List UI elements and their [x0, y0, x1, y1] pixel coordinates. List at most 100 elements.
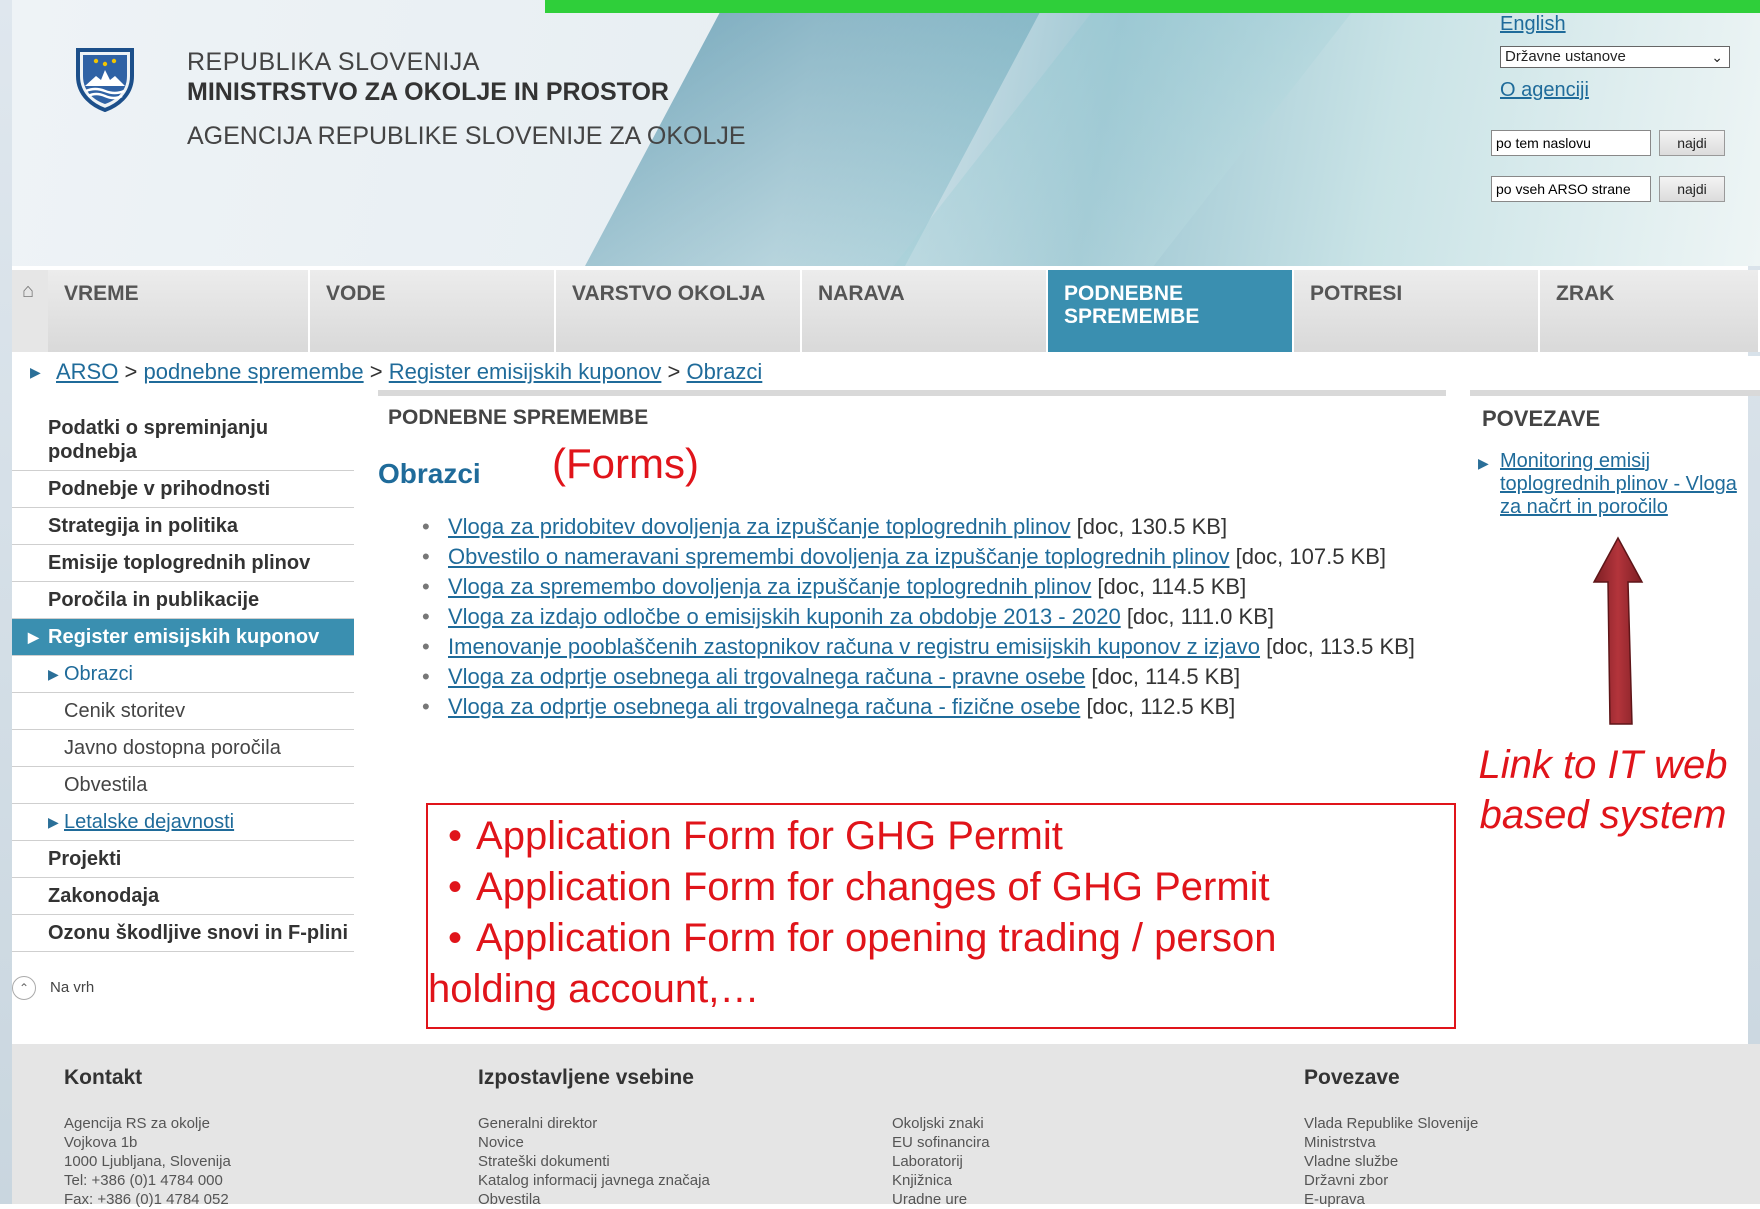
footer-heading: Povezave: [1304, 1066, 1400, 1089]
links-heading: POVEZAVE: [1482, 406, 1601, 431]
footer-link[interactable]: Obvestila: [478, 1190, 710, 1209]
footer-link[interactable]: Laboratorij: [892, 1152, 990, 1171]
sidebar-item-podnebje-v-prihodnosti[interactable]: Podnebje v prihodnosti: [12, 471, 354, 508]
tab-zrak[interactable]: ZRAK: [1540, 270, 1760, 352]
coat-of-arms-icon[interactable]: [74, 46, 136, 112]
header-republic-title: REPUBLIKA SLOVENIJA: [187, 48, 480, 76]
institutions-select[interactable]: Državne ustanove ⌄: [1500, 46, 1730, 68]
page-title: Obrazci: [378, 458, 481, 489]
footer-link[interactable]: Vladne službe: [1304, 1152, 1478, 1171]
main-nav: ⌂ VREME VODE VARSTVO OKOLJA NARAVA PODNE…: [12, 270, 1760, 352]
footer-line: 1000 Ljubljana, Slovenija: [64, 1153, 231, 1170]
document-link[interactable]: Vloga za pridobitev dovoljenja za izpušč…: [448, 514, 1071, 539]
footer-link[interactable]: Knjižnica: [892, 1171, 990, 1190]
list-item: • Obvestilo o nameravani spremembi dovolj…: [422, 544, 1387, 569]
document-meta: [doc, 112.5 KB]: [1086, 694, 1236, 719]
sidebar-item-ozonu[interactable]: Ozonu škodljive snovi in F-plini: [12, 915, 354, 952]
tab-vode[interactable]: VODE: [310, 270, 556, 352]
callout-line: • Application Form for opening trading / …: [448, 916, 1277, 960]
content-divider: [378, 390, 1446, 396]
sidebar-item-porocila[interactable]: Poročila in publikacije: [12, 582, 354, 619]
footer-link[interactable]: Uradne ure: [892, 1190, 990, 1209]
sidebar-item-obrazci[interactable]: ▶ Obrazci: [12, 656, 354, 693]
about-agency-link[interactable]: O agenciji: [1500, 79, 1589, 102]
tab-vreme[interactable]: VREME: [48, 270, 310, 352]
document-link[interactable]: Obvestilo o nameravani spremembi dovolje…: [448, 544, 1229, 569]
monitoring-emissions-link[interactable]: Monitoring emisij toplogrednih plinov - …: [1500, 450, 1737, 518]
footer-link[interactable]: Okoljski znaki: [892, 1114, 990, 1133]
document-link[interactable]: Vloga za spremembo dovoljenja za izpušča…: [448, 574, 1091, 599]
footer-link[interactable]: Generalni direktor: [478, 1114, 710, 1133]
slide-frame-left: [0, 0, 12, 1204]
callout-line: • Application Form for changes of GHG Per…: [448, 865, 1270, 909]
sidebar-item-cenik[interactable]: Cenik storitev: [12, 693, 354, 730]
callout-text: Application Form for opening trading / p…: [476, 916, 1277, 960]
triangle-right-icon: ▶: [1478, 455, 1489, 471]
footer-line: Vojkova 1b: [64, 1134, 138, 1151]
triangle-right-icon: ▶: [48, 666, 59, 682]
footer-line: Tel: +386 (0)1 4784 000: [64, 1172, 223, 1189]
forms-annotation: (Forms): [552, 440, 699, 487]
footer-link[interactable]: Novice: [478, 1133, 710, 1152]
triangle-right-icon: ▶: [28, 629, 39, 645]
left-sidebar: Podatki o spreminjanju podnebja Podnebje…: [12, 410, 354, 952]
footer-link[interactable]: Katalog informacij javnega značaja: [478, 1171, 710, 1190]
footer-link[interactable]: E-uprava: [1304, 1190, 1478, 1209]
links-item: ▶ Monitoring emisij toplogrednih plinov …: [1478, 450, 1760, 519]
document-link[interactable]: Vloga za odprtje osebnega ali trgovalneg…: [448, 664, 1085, 689]
breadcrumb-arso[interactable]: ARSO: [56, 359, 118, 384]
back-to-top-label: Na vrh: [50, 978, 95, 996]
tab-narava[interactable]: NARAVA: [802, 270, 1048, 352]
footer-link[interactable]: Ministrstva: [1304, 1133, 1478, 1152]
sidebar-item-strategija[interactable]: Strategija in politika: [12, 508, 354, 545]
breadcrumb-arrow-icon: ▶: [30, 364, 41, 380]
arrow-up-annotation-icon: [1592, 536, 1644, 725]
sidebar-item-zakonodaja[interactable]: Zakonodaja: [12, 878, 354, 915]
sidebar-item-projekti[interactable]: Projekti: [12, 841, 354, 878]
footer-heading: Izpostavljene vsebine: [478, 1066, 694, 1089]
list-item: • Vloga za izdajo odločbe o emisijskih ku…: [422, 604, 1274, 629]
search-section-input[interactable]: [1491, 130, 1651, 156]
footer-featured: Izpostavljene vsebine Generalni direktor…: [478, 1066, 710, 1209]
header-ministry-title: MINISTRSTVO ZA OKOLJE IN PROSTOR: [187, 78, 669, 106]
document-link[interactable]: Vloga za odprtje osebnega ali trgovalneg…: [448, 694, 1080, 719]
list-item: • Vloga za spremembo dovoljenja za izpušč…: [422, 574, 1247, 599]
breadcrumb: ▶ ARSO > podnebne spremembe > Register e…: [12, 356, 1760, 392]
tab-podnebne-spremembe[interactable]: PODNEBNE SPREMEMBE: [1048, 270, 1294, 352]
sidebar-item-register[interactable]: ▶ Register emisijskih kuponov: [12, 619, 354, 656]
footer-link[interactable]: Vlada Republike Slovenije: [1304, 1114, 1478, 1133]
document-meta: [doc, 114.5 KB]: [1091, 664, 1241, 689]
sidebar-item-javno-dostopna[interactable]: Javno dostopna poročila: [12, 730, 354, 767]
document-link[interactable]: Imenovanje pooblaščenih zastopnikov raču…: [448, 634, 1260, 659]
site-header: REPUBLIKA SLOVENIJA MINISTRSTVO ZA OKOLJ…: [12, 0, 1760, 266]
sidebar-item-emisije[interactable]: Emisije toplogrednih plinov: [12, 545, 354, 582]
sidebar-item-obvestila[interactable]: Obvestila: [12, 767, 354, 804]
list-item: • Vloga za odprtje osebnega ali trgovalne…: [422, 664, 1241, 689]
home-button[interactable]: ⌂: [12, 270, 48, 352]
search-section-button[interactable]: najdi: [1659, 130, 1725, 156]
breadcrumb-podnebne-spremembe[interactable]: podnebne spremembe: [143, 359, 363, 384]
search-all-button[interactable]: najdi: [1659, 176, 1725, 202]
footer-line: Fax: +386 (0)1 4784 052: [64, 1191, 229, 1208]
sidebar-item-letalske[interactable]: ▶ Letalske dejavnosti: [12, 804, 354, 841]
arrow-up-icon: ⌃: [12, 976, 36, 1000]
sidebar-item-label: Obrazci: [64, 663, 133, 685]
highlight-bar: [545, 0, 1760, 13]
breadcrumb-register[interactable]: Register emisijskih kuponov: [389, 359, 662, 384]
document-meta: [doc, 111.0 KB]: [1126, 604, 1274, 629]
language-link[interactable]: English: [1500, 13, 1566, 36]
tab-varstvo-okolja[interactable]: VARSTVO OKOLJA: [556, 270, 802, 352]
footer-contact: Kontakt Agencija RS za okolje Vojkova 1b…: [64, 1066, 231, 1209]
callout-text: Application Form for GHG Permit: [476, 814, 1063, 858]
footer-link[interactable]: Strateški dokumenti: [478, 1152, 710, 1171]
list-item: • Imenovanje pooblaščenih zastopnikov rač…: [422, 634, 1415, 659]
document-link[interactable]: Vloga za izdajo odločbe o emisijskih kup…: [448, 604, 1121, 629]
tab-potresi[interactable]: POTRESI: [1294, 270, 1540, 352]
search-all-input[interactable]: [1491, 176, 1651, 202]
breadcrumb-separator: >: [667, 359, 681, 384]
sidebar-item-podatki[interactable]: Podatki o spreminjanju podnebja: [12, 410, 354, 471]
footer-link[interactable]: Državni zbor: [1304, 1171, 1478, 1190]
footer-link[interactable]: EU sofinancira: [892, 1133, 990, 1152]
breadcrumb-obrazci[interactable]: Obrazci: [687, 359, 763, 384]
back-to-top[interactable]: ⌃ Na vrh: [12, 976, 94, 1000]
